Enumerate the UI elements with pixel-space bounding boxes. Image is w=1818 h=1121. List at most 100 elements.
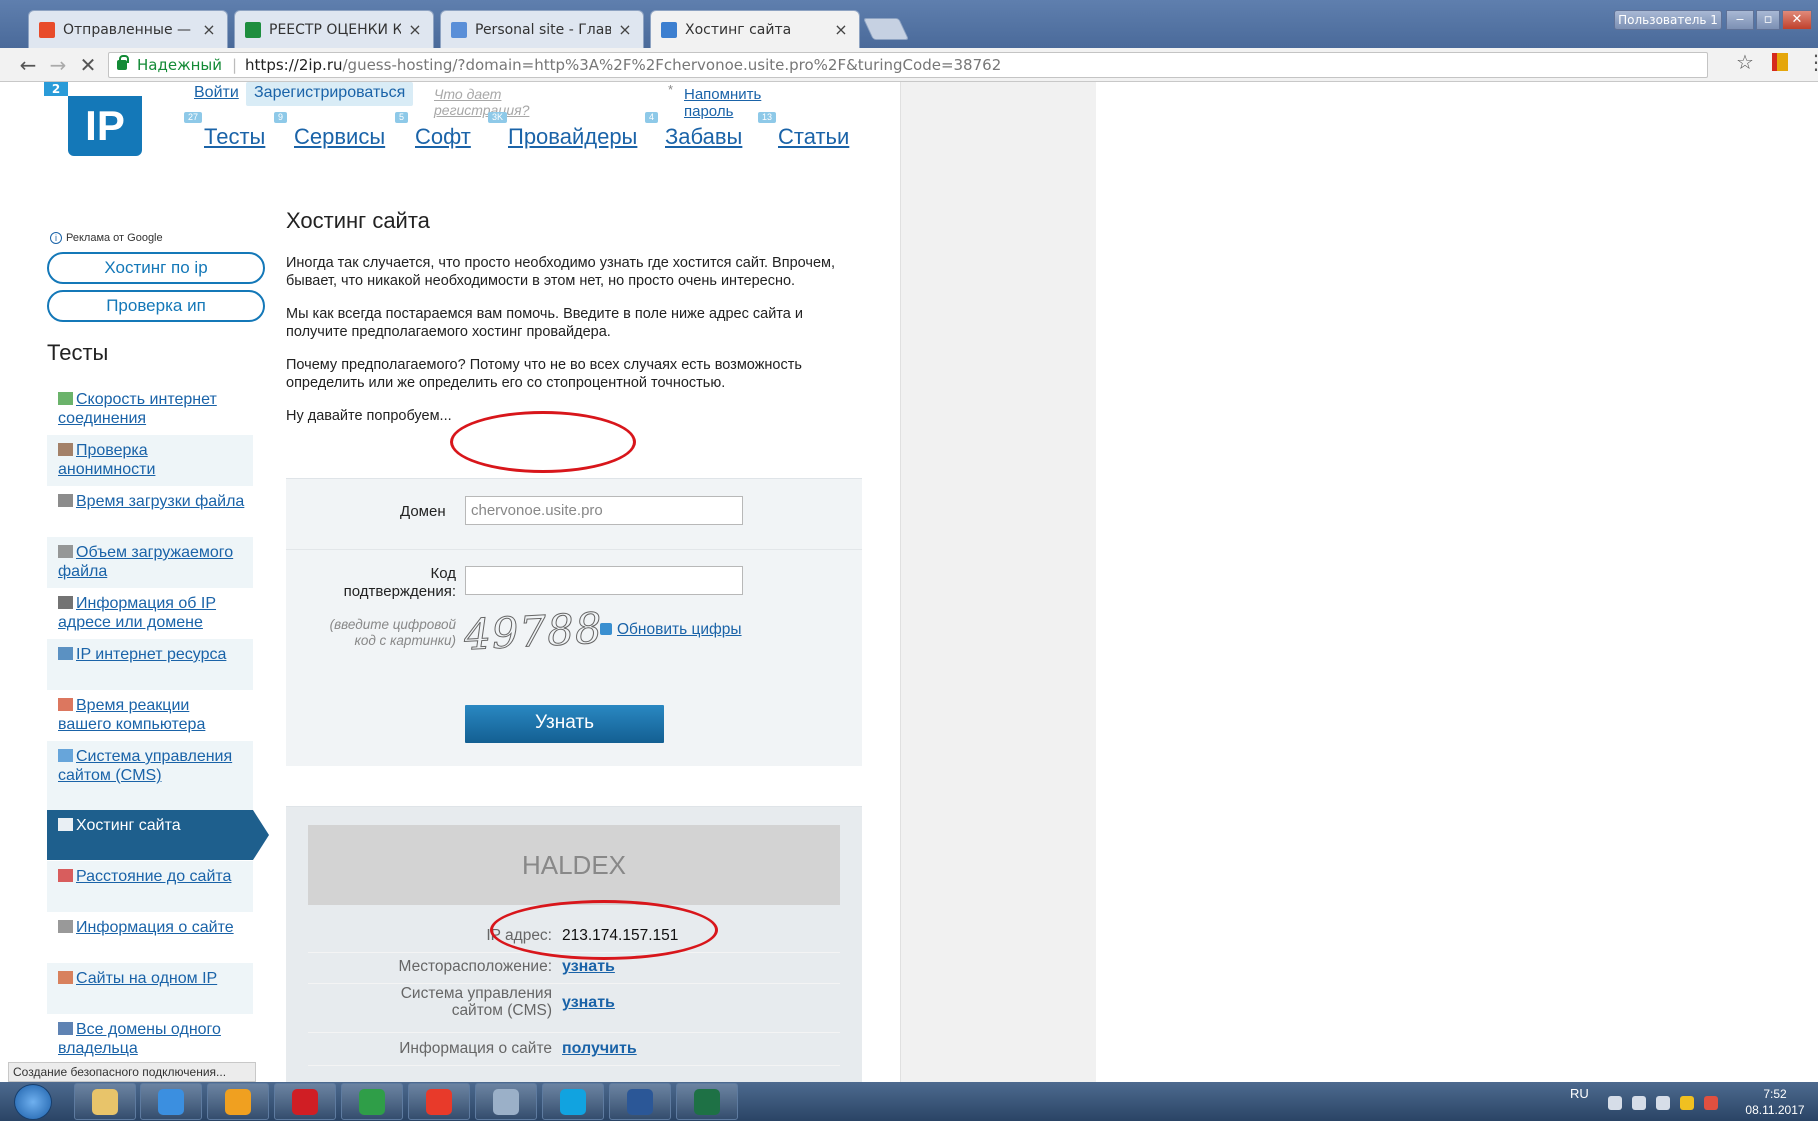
refresh-captcha-label: Обновить цифры: [617, 621, 742, 638]
taskbar-app-avast[interactable]: [207, 1083, 269, 1120]
taskbar-app-calculator[interactable]: [475, 1083, 537, 1120]
sidebar-item-6[interactable]: IP интернет ресурса: [47, 639, 253, 690]
sidebar-item-1[interactable]: Скорость интернет соединения: [47, 384, 253, 435]
tab-label: Personal site - Главная с: [475, 21, 611, 38]
status-bar: Создание безопасного подключения...: [8, 1062, 256, 1082]
web-page: 2 IP Войти Зарегистрироваться Что дает р…: [0, 82, 1818, 1082]
action-center-icon[interactable]: [1704, 1096, 1718, 1110]
chrome-icon: [359, 1088, 385, 1115]
stop-icon[interactable]: ✕: [76, 53, 100, 77]
opera-icon: [292, 1088, 318, 1115]
tab-3[interactable]: Personal site - Главная с ×: [440, 10, 644, 48]
login-link[interactable]: Войти: [194, 84, 239, 102]
site-logo[interactable]: IP: [68, 96, 142, 156]
site-info-icon: [58, 920, 73, 933]
provider-name: HALDEX: [308, 825, 840, 905]
result-row-3: Система управления сайтом (CMS) узнать: [308, 983, 840, 1033]
sidebar-item-5[interactable]: Информация об IP адресе или домене: [47, 588, 253, 639]
taskbar-app-excel[interactable]: [676, 1083, 738, 1120]
result-row-4: Информация о сайте получить: [308, 1034, 840, 1066]
result-action-link[interactable]: узнать: [562, 958, 615, 976]
taskbar-app-word[interactable]: [609, 1083, 671, 1120]
yandex-mail-icon: [39, 21, 55, 38]
hosting-icon: [58, 818, 73, 831]
minimize-button[interactable]: ‒: [1726, 10, 1754, 30]
sidebar-item-11[interactable]: Информация о сайте: [47, 912, 253, 963]
refresh-icon: [600, 623, 612, 635]
result-row-1: IP адрес: 213.174.157.151: [308, 921, 840, 953]
result-action-link[interactable]: узнать: [562, 994, 615, 1012]
tab-close-icon[interactable]: ×: [617, 20, 633, 39]
taskbar-app-skype[interactable]: [542, 1083, 604, 1120]
address-bar[interactable]: Надежный | https://2ip.ru/guess-hosting/…: [108, 52, 1708, 78]
sidebar-item-2[interactable]: Проверка анонимности: [47, 435, 253, 486]
nav-label: Забавы: [665, 124, 743, 149]
ip-info-icon: [58, 596, 73, 609]
code-input[interactable]: [465, 566, 743, 595]
ad-hosting-by-ip-button[interactable]: Хостинг по ip: [47, 252, 265, 284]
tab-close-icon[interactable]: ×: [201, 20, 217, 39]
ad-check-ip-button[interactable]: Проверка ип: [47, 290, 265, 322]
nav-label: Статьи: [778, 124, 850, 149]
tab-1[interactable]: Отправленные — Янде ×: [28, 10, 228, 48]
tray-arrow-icon[interactable]: [1608, 1096, 1622, 1110]
volume-icon[interactable]: [1632, 1096, 1646, 1110]
clock-icon: [58, 494, 73, 507]
start-button[interactable]: [14, 1084, 52, 1120]
taskbar-app-chrome[interactable]: [341, 1083, 403, 1120]
refresh-captcha-link[interactable]: Обновить цифры: [600, 621, 742, 639]
file-size-icon: [58, 545, 73, 558]
asterisk: *: [668, 82, 674, 97]
sidebar-item-7[interactable]: Время реакции вашего компьютера: [47, 690, 253, 741]
result-row-2: Месторасположение: узнать: [308, 952, 840, 984]
domain-input[interactable]: [465, 496, 743, 525]
result-action-link[interactable]: получить: [562, 1040, 637, 1058]
tab-label: Отправленные — Янде: [63, 21, 195, 38]
browser-menu-icon[interactable]: ⋮: [1806, 50, 1818, 74]
tab-2[interactable]: РЕЕСТР ОЦЕНКИ КАЧЕС ×: [234, 10, 434, 48]
submit-button[interactable]: Узнать: [465, 705, 664, 743]
clock[interactable]: 7:52 08.11.2017: [1740, 1086, 1810, 1118]
sidebar-item-10[interactable]: Расстояние до сайта: [47, 861, 253, 912]
tab-close-icon[interactable]: ×: [833, 20, 849, 39]
intro-paragraph: Иногда так случается, что просто необход…: [286, 255, 836, 289]
sidebar-item-8[interactable]: Система управления сайтом (CMS): [47, 741, 253, 810]
tab-4[interactable]: Хостинг сайта ×: [650, 10, 860, 48]
language-indicator[interactable]: RU: [1570, 1086, 1589, 1101]
taskbar-app-opera[interactable]: [274, 1083, 336, 1120]
register-button[interactable]: Зарегистрироваться: [246, 82, 414, 106]
remind-password-link[interactable]: Напомнить пароль: [684, 86, 761, 120]
nav-label: Сервисы: [294, 124, 386, 149]
sidebar-item-12[interactable]: Сайты на одном IP: [47, 963, 253, 1014]
sidebar-item-13[interactable]: Все домены одного владельца: [47, 1014, 253, 1065]
taskbar-app-yandex-browser[interactable]: [408, 1083, 470, 1120]
tab-label: РЕЕСТР ОЦЕНКИ КАЧЕС: [269, 21, 401, 38]
back-icon[interactable]: ←: [16, 53, 40, 77]
why-register-link[interactable]: Что дает регистрация?: [434, 86, 529, 118]
maximize-button[interactable]: ▫: [1756, 10, 1780, 30]
notification-icon[interactable]: [1680, 1096, 1694, 1110]
extension-icon[interactable]: [1772, 53, 1788, 71]
sidebar-item-3[interactable]: Время загрузки файла: [47, 486, 253, 537]
taskbar-app-explorer[interactable]: [74, 1083, 136, 1120]
url-path: /guess-hosting/?domain=http%3A%2F%2Fcher…: [342, 56, 1002, 74]
taskbar-app-internet-explorer[interactable]: [140, 1083, 202, 1120]
loading-icon: [661, 21, 677, 38]
sidebar-item-label: Время реакции вашего компьютера: [58, 697, 206, 733]
bookmark-star-icon[interactable]: ☆: [1736, 50, 1754, 74]
site-icon: [451, 21, 467, 38]
map-pin-icon: [58, 869, 73, 882]
excel-icon: [694, 1088, 720, 1115]
network-icon[interactable]: [1656, 1096, 1670, 1110]
sidebar-item-4[interactable]: Объем загружаемого файла: [47, 537, 253, 588]
close-window-button[interactable]: ✕: [1782, 10, 1812, 30]
forward-icon[interactable]: →: [46, 53, 70, 77]
taskbar: [0, 1082, 1818, 1121]
code-hint: (введите цифровой код с картинки): [329, 617, 456, 648]
profile-button[interactable]: Пользователь 1: [1614, 10, 1722, 30]
sidebar-item-label: Объем загружаемого файла: [58, 544, 234, 580]
sidebar-item-label: Сайты на одном IP: [76, 970, 218, 987]
internet-explorer-icon: [158, 1088, 184, 1115]
sidebar-item-9[interactable]: Хостинг сайта: [47, 810, 269, 860]
tab-close-icon[interactable]: ×: [407, 20, 423, 39]
